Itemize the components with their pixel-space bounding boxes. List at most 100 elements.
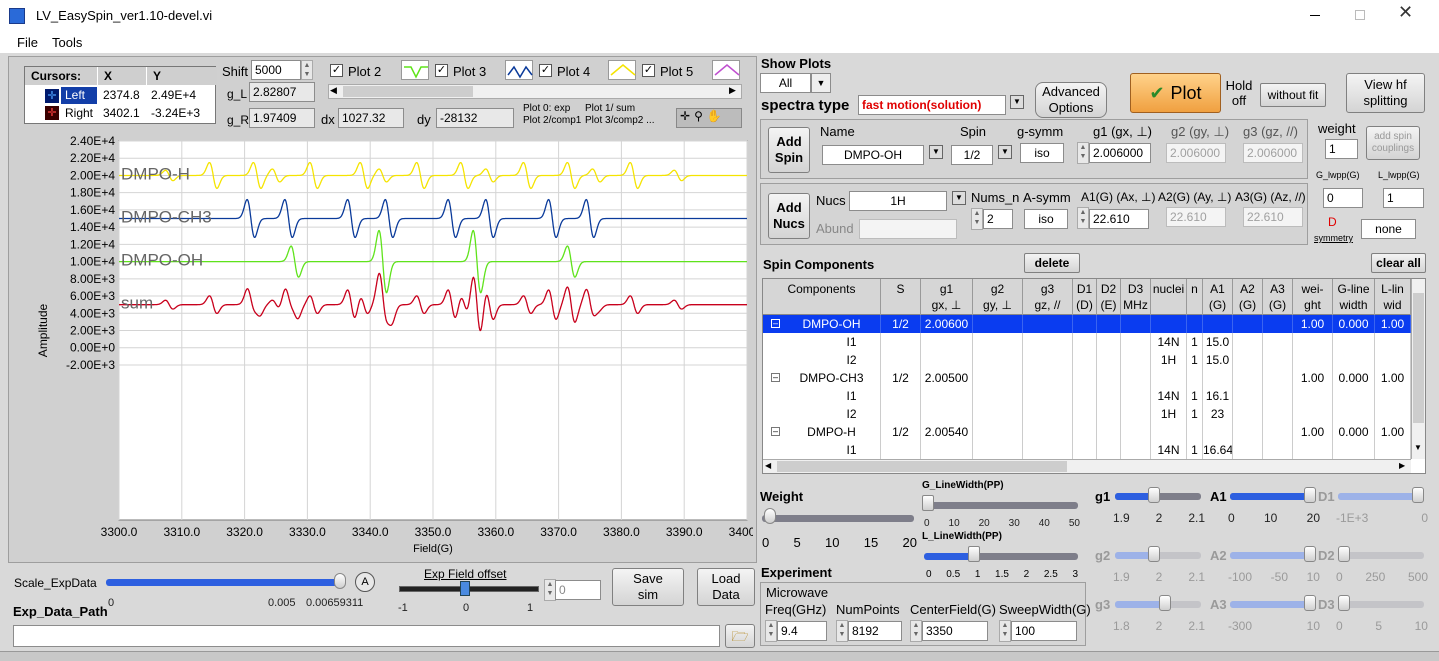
pan-tool-icon[interactable]: ✋ bbox=[707, 109, 726, 123]
asymm-select[interactable]: iso bbox=[1024, 209, 1068, 229]
scale-slider[interactable] bbox=[106, 579, 346, 586]
column-header[interactable]: D2 (E) bbox=[1097, 279, 1121, 315]
spectrum-chart[interactable]: 3300.0 3310.0 3320.0 3330.0 3340.0 3350.0 3360… bbox=[13, 131, 753, 561]
add-nucs-button[interactable]: Add Nucs bbox=[768, 193, 810, 239]
plot-scrollbar[interactable]: ◀ ▶ bbox=[328, 84, 742, 99]
shift-input[interactable]: 5000 bbox=[251, 60, 301, 80]
save-sim-button[interactable]: Save sim bbox=[612, 568, 684, 606]
table-hscroll[interactable]: ◀ ▶ bbox=[763, 459, 1411, 473]
symmetry-select[interactable]: none bbox=[1361, 219, 1416, 239]
table-row[interactable]: I1 14N 1 16.1 bbox=[763, 387, 1411, 405]
l-linewidth-knob[interactable] bbox=[968, 546, 980, 562]
tree-collapse-icon[interactable]: – bbox=[771, 427, 780, 436]
param-slider-knob[interactable] bbox=[1338, 595, 1350, 611]
table-row[interactable]: DMPO-CH3 1/2 2.00500 1.00 0.000 1.00 – bbox=[763, 369, 1411, 387]
a2-input[interactable]: 22.610 bbox=[1166, 207, 1226, 227]
column-header[interactable]: g3 gz, // bbox=[1023, 279, 1073, 315]
param-slider-knob[interactable] bbox=[1304, 546, 1316, 562]
g-lwpp-input[interactable]: 0 bbox=[1323, 188, 1363, 208]
param-slider-A2[interactable]: A2 -100 -50 10 bbox=[1210, 543, 1322, 593]
column-header[interactable]: n bbox=[1187, 279, 1203, 315]
load-data-button[interactable]: Load Data bbox=[697, 568, 755, 606]
column-header[interactable]: wei-ght bbox=[1293, 279, 1333, 315]
column-header[interactable]: L-lin wid bbox=[1375, 279, 1411, 315]
centerfield-input[interactable]: 3350 bbox=[922, 621, 988, 641]
column-header[interactable]: A1 (G) bbox=[1203, 279, 1233, 315]
param-slider-knob[interactable] bbox=[1159, 595, 1171, 611]
crosshair-tool-icon[interactable]: ✛ bbox=[680, 109, 694, 123]
clear-all-button[interactable]: clear all bbox=[1371, 253, 1426, 273]
param-slider-knob[interactable] bbox=[1148, 546, 1160, 562]
g1-input[interactable]: 2.006000 bbox=[1089, 143, 1151, 163]
param-slider-g1[interactable]: g1 1.9 2 2.1 bbox=[1095, 484, 1207, 534]
a1-input[interactable]: 22.610 bbox=[1089, 209, 1149, 229]
scale-slider-knob[interactable] bbox=[334, 573, 346, 589]
param-slider-track[interactable] bbox=[1338, 601, 1424, 608]
cursor-right-icon[interactable]: ✛ bbox=[45, 106, 59, 120]
weight-slider-knob[interactable] bbox=[764, 508, 776, 524]
vscroll-down-icon[interactable]: ▼ bbox=[1414, 443, 1422, 452]
show-plots-select[interactable]: All bbox=[760, 73, 811, 93]
spin-spin-select[interactable]: 1/2 bbox=[951, 145, 993, 165]
close-icon[interactable]: ✕ bbox=[1398, 2, 1413, 23]
spin-name-dropdown-icon[interactable]: ▼ bbox=[929, 145, 943, 159]
sweepwidth-stepper[interactable]: ▲ ▼ bbox=[999, 620, 1011, 642]
zoom-tool-icon[interactable]: ⚲ bbox=[694, 109, 707, 123]
scroll-left-icon[interactable]: ◀ bbox=[330, 85, 337, 96]
abund-input[interactable] bbox=[859, 219, 957, 239]
hscroll-left-icon[interactable]: ◀ bbox=[765, 461, 771, 470]
table-row[interactable]: I2 1H 1 23 bbox=[763, 405, 1411, 423]
column-header[interactable]: D3 MHz bbox=[1121, 279, 1151, 315]
hscroll-right-icon[interactable]: ▶ bbox=[1399, 461, 1405, 470]
cursor-left-icon[interactable]: ✛ bbox=[45, 89, 59, 103]
numpoints-stepper[interactable]: ▲ ▼ bbox=[836, 620, 848, 642]
freq-input[interactable]: 9.4 bbox=[777, 621, 827, 641]
plot4-checkbox[interactable]: ✓ bbox=[539, 64, 552, 77]
g3-input[interactable]: 2.006000 bbox=[1243, 143, 1303, 163]
exp-offset-value[interactable]: 0 bbox=[555, 580, 601, 600]
view-hf-splitting-button[interactable]: View hf splitting bbox=[1346, 73, 1425, 113]
table-vscroll[interactable]: ▼ bbox=[1411, 279, 1425, 459]
without-fit-button[interactable]: without fit bbox=[1260, 83, 1326, 107]
table-hscroll-thumb[interactable] bbox=[777, 461, 1067, 472]
weight-slider[interactable] bbox=[762, 515, 914, 522]
weight-input[interactable]: 1 bbox=[1325, 139, 1358, 159]
g1-stepper[interactable]: ▲ ▼ bbox=[1077, 142, 1089, 164]
plot2-checkbox[interactable]: ✓ bbox=[330, 64, 343, 77]
tree-collapse-icon[interactable]: – bbox=[771, 319, 780, 328]
column-header[interactable]: Components bbox=[763, 279, 881, 315]
param-slider-D1[interactable]: D1 -1E+3 0 bbox=[1318, 484, 1430, 534]
plot-button[interactable]: ✔ Plot bbox=[1130, 73, 1221, 113]
l-linewidth-slider[interactable] bbox=[924, 553, 1078, 560]
spin-spin-dropdown-icon[interactable]: ▼ bbox=[998, 145, 1012, 159]
column-header[interactable]: nuclei bbox=[1151, 279, 1187, 315]
maximize-icon[interactable] bbox=[1355, 10, 1365, 20]
param-slider-knob[interactable] bbox=[1412, 487, 1424, 503]
spectra-type-dropdown-icon[interactable]: ▼ bbox=[1010, 95, 1024, 109]
autoscale-button[interactable]: A bbox=[355, 572, 375, 592]
nucs-input[interactable]: 1H bbox=[849, 191, 947, 211]
menu-tools[interactable]: Tools bbox=[52, 35, 82, 50]
shift-stepper[interactable]: ▲ ▼ bbox=[301, 60, 313, 80]
numpoints-input[interactable]: 8192 bbox=[848, 621, 902, 641]
param-slider-knob[interactable] bbox=[1304, 487, 1316, 503]
g-linewidth-knob[interactable] bbox=[922, 495, 934, 511]
column-header[interactable]: G-line width bbox=[1333, 279, 1375, 315]
tree-collapse-icon[interactable]: – bbox=[771, 373, 780, 382]
param-slider-track[interactable] bbox=[1338, 552, 1424, 559]
l-lwpp-input[interactable]: 1 bbox=[1383, 188, 1424, 208]
show-plots-dropdown-icon[interactable]: ▼ bbox=[811, 73, 831, 93]
param-slider-D3[interactable]: D3 0 5 10 bbox=[1318, 592, 1430, 642]
a1-stepper[interactable]: ▲ ▼ bbox=[1077, 207, 1089, 229]
plot-scroll-thumb[interactable] bbox=[343, 86, 473, 97]
nucs-dropdown-icon[interactable]: ▼ bbox=[952, 191, 966, 205]
numsn-input[interactable]: 2 bbox=[983, 209, 1013, 229]
delete-button[interactable]: delete bbox=[1024, 253, 1080, 273]
plot5-checkbox[interactable]: ✓ bbox=[642, 64, 655, 77]
add-spin-button[interactable]: Add Spin bbox=[768, 127, 810, 173]
add-spin-couplings-button[interactable]: add spin couplings bbox=[1366, 126, 1420, 160]
exp-offset-knob[interactable] bbox=[460, 581, 470, 596]
table-row[interactable]: DMPO-H 1/2 2.00540 1.00 0.000 1.00 – bbox=[763, 423, 1411, 441]
param-slider-knob[interactable] bbox=[1148, 487, 1160, 503]
table-row[interactable]: DMPO-OH 1/2 2.00600 1.00 0.000 1.00 – bbox=[763, 315, 1411, 333]
